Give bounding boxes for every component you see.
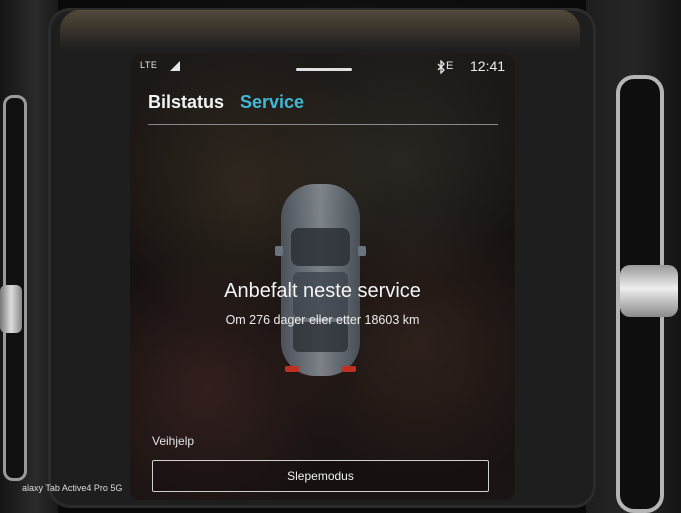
left-vent-knob — [0, 285, 22, 333]
tow-mode-button[interactable]: Slepemodus — [152, 460, 489, 492]
network-indicator: E — [446, 60, 454, 72]
service-title: Anbefalt neste service — [224, 280, 421, 302]
tab-divider — [148, 124, 498, 125]
clock: 12:41 — [470, 58, 506, 74]
window-reflection — [60, 10, 580, 50]
tab-bilstatus[interactable]: Bilstatus — [148, 92, 224, 113]
tab-bar: Bilstatus Service — [148, 92, 508, 118]
network-type: LTE — [140, 60, 158, 70]
roadside-assistance-label: Veihjelp — [152, 434, 195, 448]
device-watermark: alaxy Tab Active4 Pro 5G — [22, 483, 123, 493]
right-vent-knob — [620, 265, 678, 317]
tab-service[interactable]: Service — [240, 92, 304, 113]
service-due-info: Om 276 dager eller etter 18603 km — [225, 313, 420, 327]
infotainment-screen: LTE E 12:41 Bilstatus Service Anbefalt n… — [130, 54, 515, 500]
status-bar: LTE E 12:41 — [130, 54, 515, 82]
bluetooth-icon — [437, 60, 445, 74]
drag-handle[interactable] — [296, 68, 352, 71]
car-dashboard-photo: LTE E 12:41 Bilstatus Service Anbefalt n… — [0, 0, 681, 513]
signal-icon — [170, 61, 180, 71]
